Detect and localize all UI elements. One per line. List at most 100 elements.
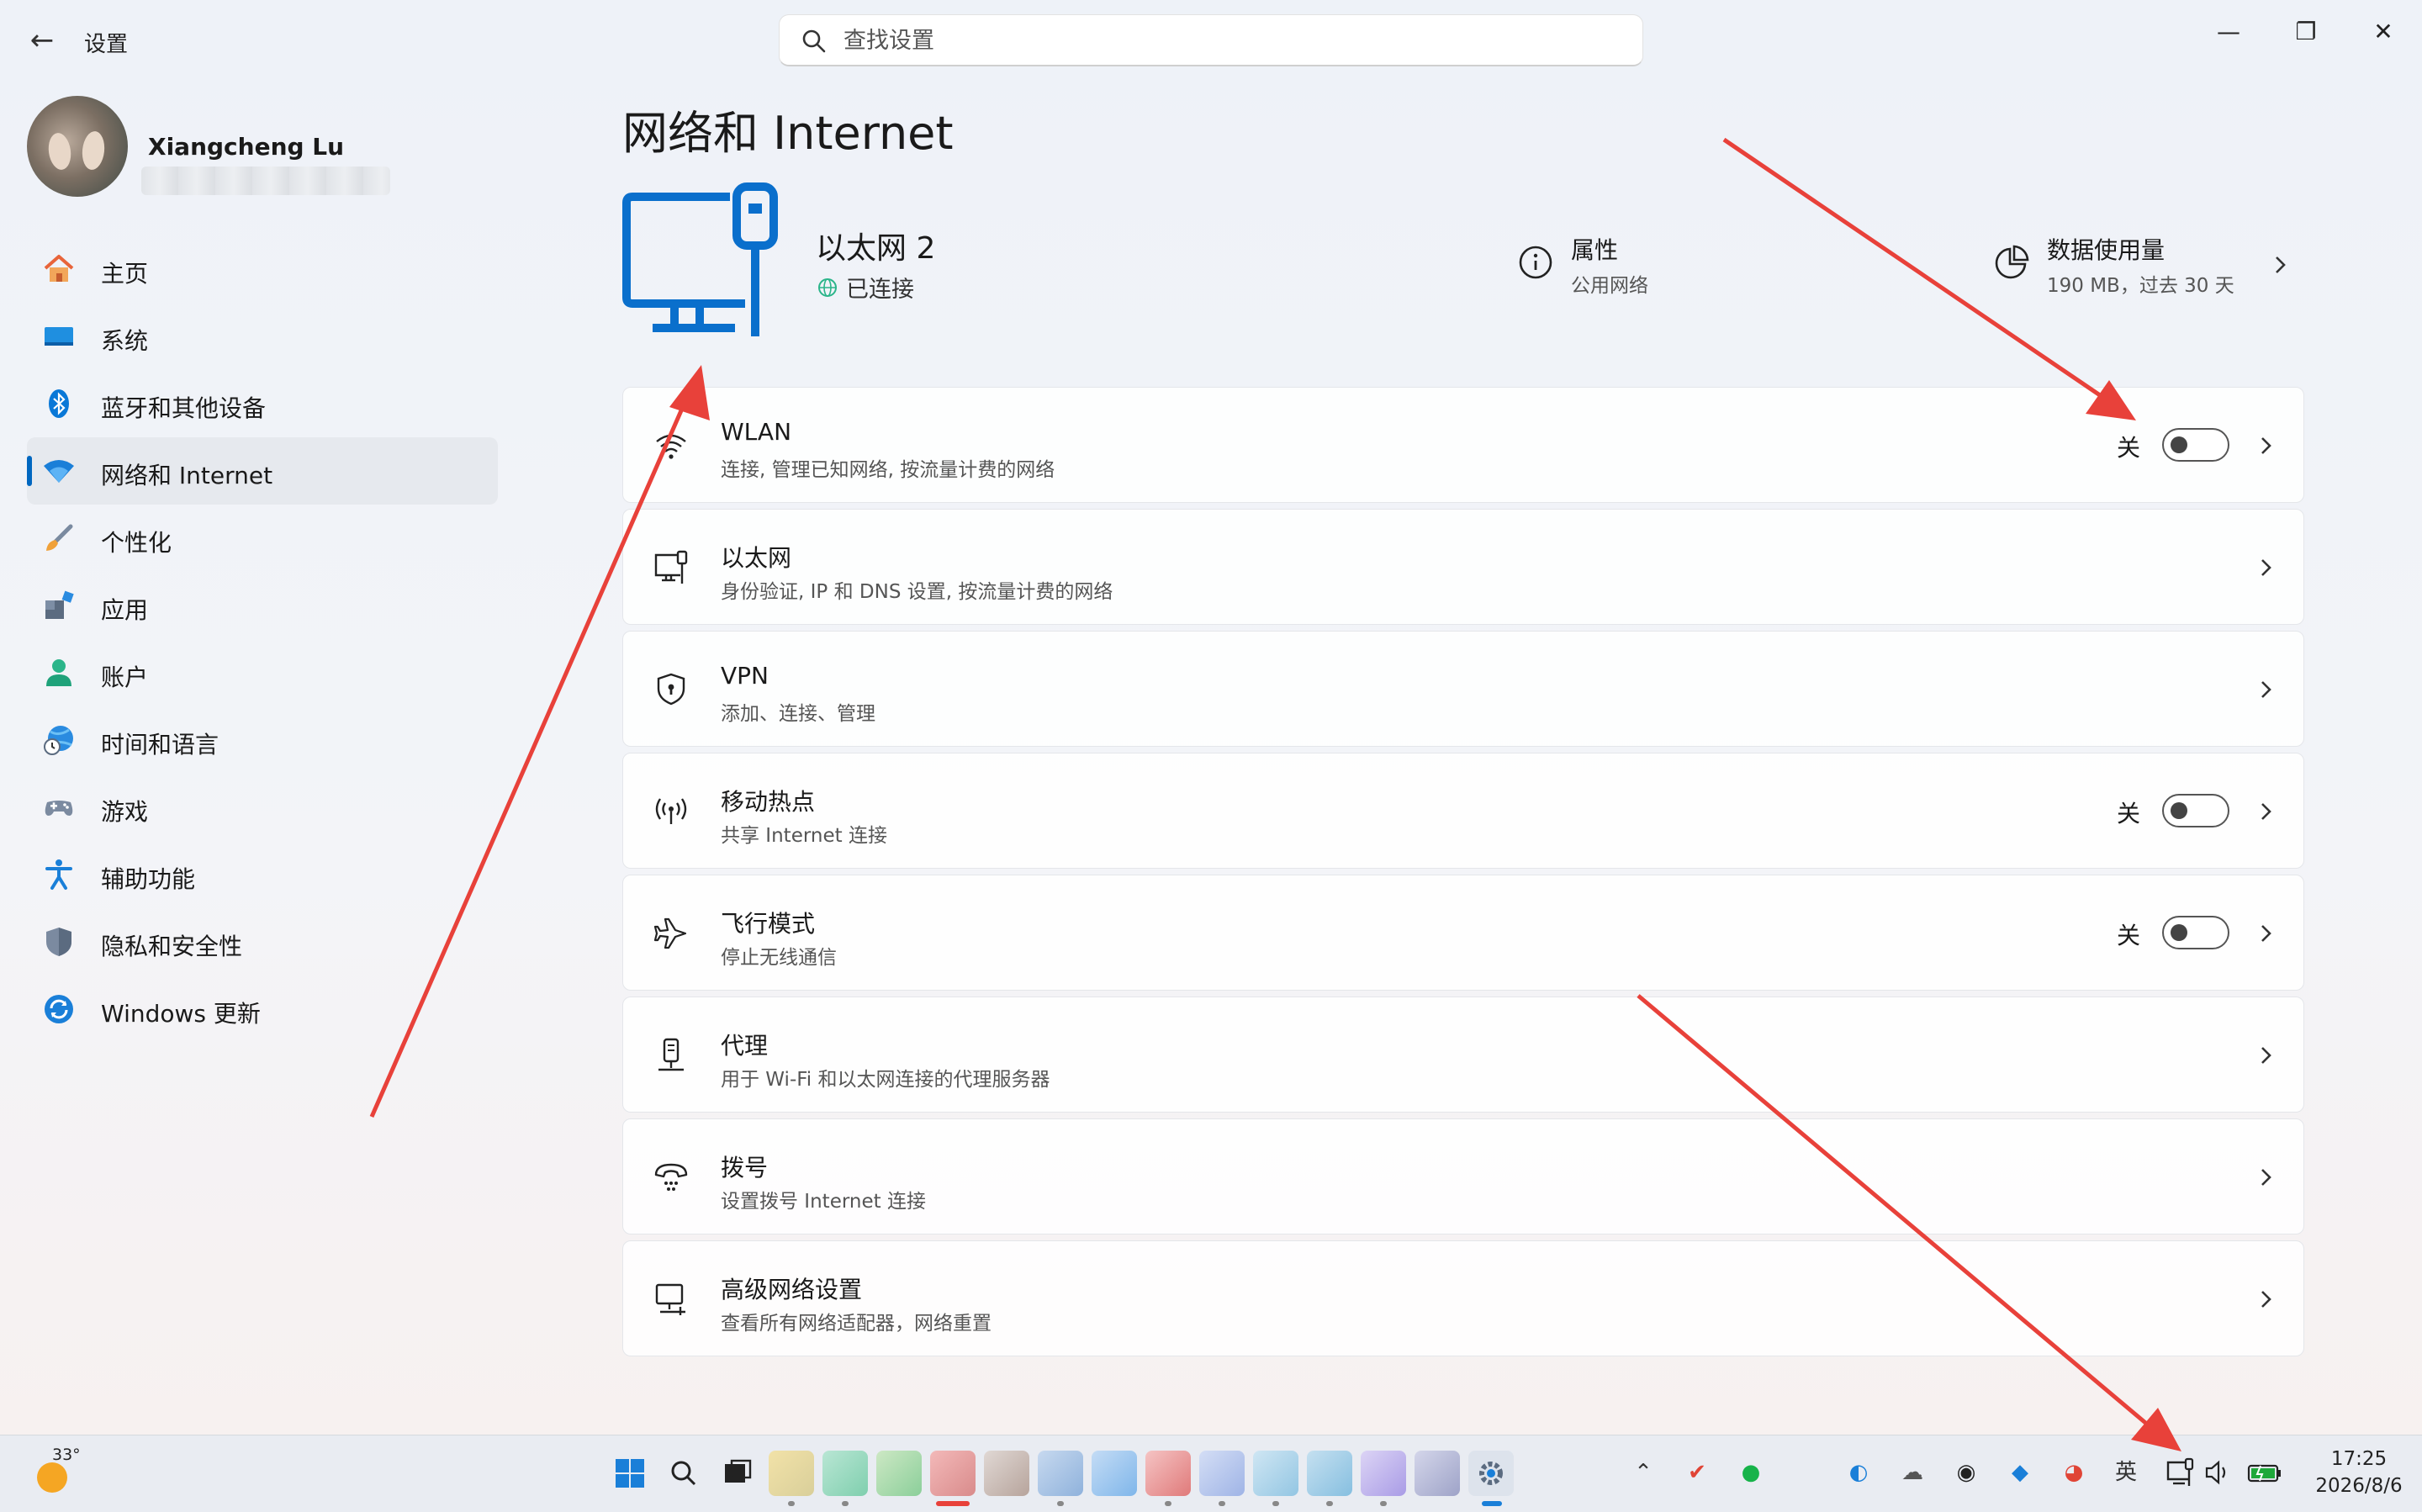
- clock-time: 17:25: [2330, 1448, 2388, 1470]
- sidebar-item-apps[interactable]: 应用: [27, 572, 498, 639]
- taskbar-app-3[interactable]: [876, 1451, 922, 1496]
- chevron-up-icon[interactable]: ⌃: [1626, 1456, 1660, 1489]
- settings-gear-icon[interactable]: [1468, 1451, 1514, 1496]
- card-subtitle: 用于 Wi-Fi 和以太网连接的代理服务器: [721, 1069, 1050, 1091]
- info-icon: [1519, 246, 1552, 279]
- running-indicator: [1482, 1501, 1502, 1506]
- qq-icon[interactable]: ◉: [1949, 1456, 1983, 1489]
- sidebar-item-label: Windows 更新: [101, 1000, 261, 1028]
- tray-bird-icon[interactable]: ◐: [1842, 1456, 1875, 1489]
- taskbar-app-1[interactable]: [769, 1451, 814, 1496]
- sidebar-item-label: 时间和语言: [101, 731, 219, 759]
- taskbar-app-4[interactable]: [930, 1451, 976, 1496]
- title-bar: ← 设置 — ❐ ✕: [0, 0, 2422, 81]
- sidebar-item-accessibility[interactable]: 辅助功能: [27, 841, 498, 908]
- start-icon[interactable]: [607, 1451, 653, 1496]
- data-usage-subtitle: 190 MB，过去 30 天: [2047, 275, 2234, 297]
- taskbar-app-12[interactable]: [1361, 1451, 1406, 1496]
- card-wlan[interactable]: WLAN 连接, 管理已知网络, 按流量计费的网络 关: [622, 387, 2304, 503]
- toggle-state-label: 关: [2117, 922, 2141, 949]
- chevron-right-icon: [2261, 1291, 2271, 1308]
- card-dial-up[interactable]: 拨号 设置拨号 Internet 连接: [622, 1118, 2304, 1234]
- sidebar-item-label: 网络和 Internet: [101, 462, 273, 489]
- wlan-toggle[interactable]: [2162, 428, 2229, 462]
- network-ethernet-icon[interactable]: [2163, 1456, 2197, 1489]
- task-view-icon[interactable]: [715, 1451, 760, 1496]
- sidebar-item-time-language[interactable]: 时间和语言: [27, 706, 498, 774]
- volume-icon[interactable]: [2200, 1456, 2234, 1489]
- chevron-right-icon: [2276, 256, 2286, 273]
- sidebar-item-gaming[interactable]: 游戏: [27, 774, 498, 841]
- sidebar-item-personalization[interactable]: 个性化: [27, 505, 498, 572]
- card-title: 高级网络设置: [721, 1276, 863, 1303]
- card-ethernet[interactable]: 以太网 身份验证, IP 和 DNS 设置, 按流量计费的网络: [622, 509, 2304, 625]
- system-icon: [45, 327, 73, 346]
- card-vpn[interactable]: VPN 添加、连接、管理: [622, 631, 2304, 747]
- page-title: 网络和 Internet: [622, 107, 954, 160]
- card-subtitle: 查看所有网络适配器，网络重置: [721, 1313, 992, 1335]
- taskbar-app-11[interactable]: [1307, 1451, 1352, 1496]
- search-icon[interactable]: [661, 1451, 706, 1496]
- globe-icon: [818, 278, 837, 297]
- close-button[interactable]: ✕: [2345, 8, 2422, 56]
- connection-summary: 以太网 2 已连接 属性 公用网络 数据使用量 190 MB，过去 30 天: [622, 180, 2304, 348]
- settings-window: ← 设置 — ❐ ✕ Xiangcheng Lu 主页 系统 蓝: [0, 0, 2422, 1435]
- taskbar-app-9[interactable]: [1199, 1451, 1245, 1496]
- running-indicator: [1165, 1501, 1171, 1506]
- running-indicator: [788, 1501, 795, 1506]
- home-icon: [44, 255, 74, 282]
- taskbar: 33° ⌃ ✔ ● ◐ ☁ ◉ ◆ ◕ 英 17:25 2026/8/6: [0, 1435, 2422, 1512]
- minimize-button[interactable]: —: [2190, 8, 2267, 56]
- sidebar-item-label: 游戏: [101, 798, 149, 826]
- taskbar-app-7[interactable]: [1092, 1451, 1137, 1496]
- card-mobile-hotspot[interactable]: 移动热点 共享 Internet 连接 关: [622, 753, 2304, 869]
- wechat-icon[interactable]: ●: [1734, 1456, 1768, 1489]
- sidebar-item-accounts[interactable]: 账户: [27, 639, 498, 706]
- globe-clock-icon: [44, 726, 73, 755]
- tray-app-red-icon[interactable]: ◕: [2057, 1456, 2091, 1489]
- apps-icon: [45, 590, 74, 619]
- tray-app-icon[interactable]: ✔: [1680, 1456, 1714, 1489]
- taskbar-clock[interactable]: 17:25 2026/8/6: [2304, 1446, 2414, 1499]
- taskbar-app-5[interactable]: [984, 1451, 1029, 1496]
- search-box[interactable]: [779, 14, 1643, 66]
- sidebar-item-label: 辅助功能: [101, 865, 196, 893]
- taskbar-app-8[interactable]: [1145, 1451, 1191, 1496]
- chevron-right-icon: [2261, 437, 2271, 454]
- sidebar-item-home[interactable]: 主页: [27, 235, 498, 303]
- sidebar-item-windows-update[interactable]: Windows 更新: [27, 975, 498, 1043]
- input-method-indicator[interactable]: 英: [2109, 1456, 2143, 1489]
- chevron-right-icon: [2261, 803, 2271, 820]
- card-airplane-mode[interactable]: 飞行模式 停止无线通信 关: [622, 875, 2304, 991]
- taskbar-app-13[interactable]: [1415, 1451, 1460, 1496]
- data-usage-link[interactable]: 数据使用量 190 MB，过去 30 天: [1993, 232, 2304, 299]
- maximize-button[interactable]: ❐: [2267, 8, 2345, 56]
- sidebar-item-system[interactable]: 系统: [27, 303, 498, 370]
- search-input[interactable]: [843, 24, 1600, 57]
- settings-cards: WLAN 连接, 管理已知网络, 按流量计费的网络 关 以太网 身份验证, IP…: [622, 387, 2304, 1362]
- onedrive-icon[interactable]: ☁: [1896, 1456, 1929, 1489]
- clock-date: 2026/8/6: [2315, 1475, 2403, 1497]
- airplane-mode-toggle[interactable]: [2162, 916, 2229, 949]
- user-profile[interactable]: Xiangcheng Lu: [27, 96, 498, 205]
- taskbar-app-6[interactable]: [1038, 1451, 1083, 1496]
- connection-name: 以太网 2: [816, 231, 936, 266]
- back-arrow-icon[interactable]: ←: [24, 22, 61, 59]
- chevron-right-icon: [2261, 925, 2271, 942]
- battery-icon[interactable]: [2245, 1456, 2284, 1489]
- user-email-blurred: [141, 167, 390, 195]
- sidebar-item-bluetooth[interactable]: 蓝牙和其他设备: [27, 370, 498, 437]
- taskbar-app-10[interactable]: [1253, 1451, 1298, 1496]
- tray-app-blue-icon[interactable]: ◆: [2003, 1456, 2037, 1489]
- card-title: 拨号: [721, 1154, 769, 1182]
- card-subtitle: 停止无线通信: [721, 947, 837, 969]
- taskbar-app-2[interactable]: [822, 1451, 868, 1496]
- hotspot-toggle[interactable]: [2162, 794, 2229, 827]
- card-proxy[interactable]: 代理 用于 Wi-Fi 和以太网连接的代理服务器: [622, 997, 2304, 1113]
- card-title: 以太网: [721, 544, 792, 572]
- sidebar-item-privacy[interactable]: 隐私和安全性: [27, 908, 498, 975]
- sidebar-item-network[interactable]: 网络和 Internet: [27, 437, 498, 505]
- sidebar-nav: 主页 系统 蓝牙和其他设备 网络和 Internet 个性化 应用 账户 时间和…: [27, 235, 498, 1043]
- card-advanced-network[interactable]: 高级网络设置 查看所有网络适配器，网络重置: [622, 1240, 2304, 1356]
- card-subtitle: 共享 Internet 连接: [721, 825, 887, 847]
